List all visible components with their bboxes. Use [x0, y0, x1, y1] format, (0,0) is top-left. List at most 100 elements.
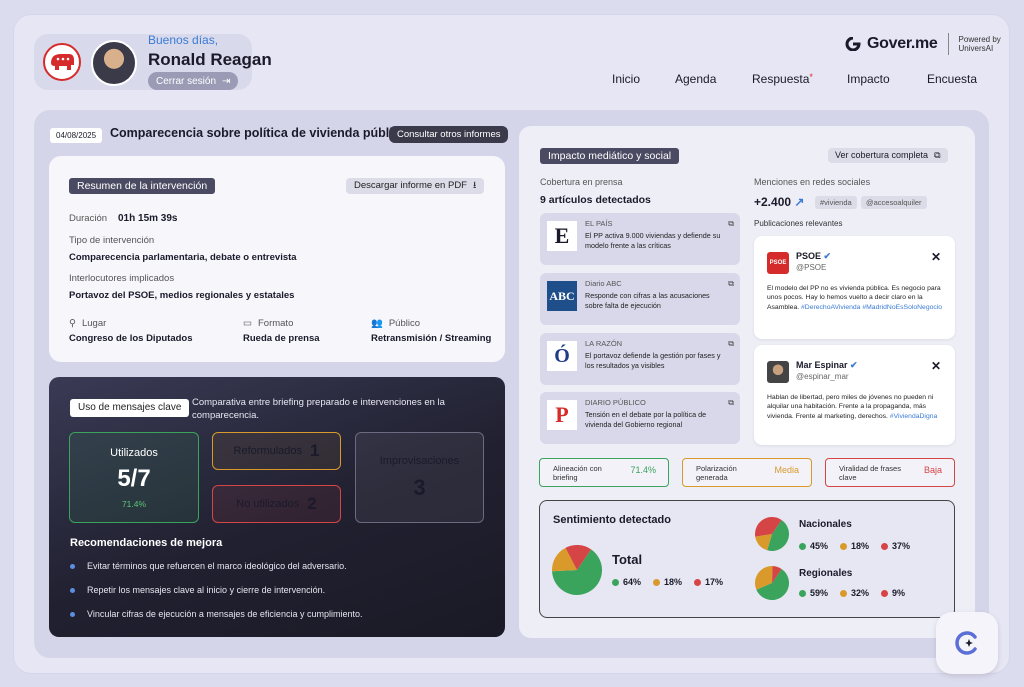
unused-value: 2 — [307, 494, 317, 513]
recommendation-item: Vincular cifras de ejecución a mensajes … — [70, 609, 362, 619]
article-headline: Responde con cifras a las acusaciones so… — [585, 291, 710, 310]
external-link-icon[interactable]: ⧉ — [728, 219, 734, 229]
used-label: Utilizados — [110, 446, 158, 459]
social-label: Menciones en redes sociales — [754, 177, 871, 187]
article-card[interactable]: ABC Diario ABC Responde con cifras a las… — [540, 273, 740, 325]
post-text: Hablan de libertad, pero miles de jóvene… — [767, 394, 938, 420]
post-text: El modelo del PP no es vivienda pública.… — [767, 285, 943, 311]
article-headline: El portavoz defiende la gestión por fase… — [585, 351, 721, 370]
social-post[interactable]: PSOE PSOE ✔ @PSOE ✕ El modelo del PP no … — [754, 236, 955, 339]
abc-logo: ABC — [547, 281, 577, 311]
greeting: Buenos días, — [148, 33, 219, 47]
recommendations-title: Recomendaciones de mejora — [70, 537, 223, 549]
social-post[interactable]: Mar Espinar ✔ @espinar_mar ✕ Hablan de l… — [754, 345, 955, 445]
nav-agenda[interactable]: Agenda — [675, 72, 716, 86]
assistant-icon — [955, 631, 977, 655]
unused-box: No utilizados 2 — [212, 485, 341, 523]
bullet-icon — [70, 563, 75, 569]
place-value: Congreso de los Diputados — [69, 333, 193, 344]
user-name: Ronald Reagan — [148, 50, 272, 69]
nav-badge: * — [809, 72, 813, 82]
key-messages-description: Comparativa entre briefing preparado e i… — [192, 397, 445, 421]
external-link-icon[interactable]: ⧉ — [728, 398, 734, 408]
regional-label: Regionales — [799, 568, 853, 579]
nav-encuesta[interactable]: Encuesta — [927, 72, 977, 86]
hashtag-chip[interactable]: @accesoalquiler — [861, 196, 927, 209]
external-link-icon: ⧉ — [934, 150, 941, 160]
location-pin-icon: ⚲ — [69, 318, 76, 329]
logout-icon: ⇥ — [222, 75, 231, 87]
used-percent: 71.4% — [121, 498, 147, 509]
national-pie-chart — [755, 517, 789, 551]
used-messages-box: Utilizados 5/7 71.4% — [69, 432, 199, 523]
party-logo — [43, 43, 81, 81]
download-pdf-button[interactable]: Descargar informe en PDF ⭳ — [346, 178, 485, 194]
improvisations-box: Improvisaciones 3 — [355, 432, 484, 523]
people-icon: 👥 — [371, 318, 383, 329]
improv-label: Improvisaciones — [379, 454, 460, 467]
external-link-icon[interactable]: ⧉ — [728, 279, 734, 289]
article-headline: El PP activa 9.000 viviendas y defiende … — [585, 231, 721, 250]
full-coverage-button[interactable]: Ver cobertura completa ⧉ — [828, 148, 948, 163]
report-date: 04/08/2025 — [50, 128, 103, 143]
nav-impacto[interactable]: Impacto — [847, 72, 890, 86]
total-label: Total — [612, 552, 643, 567]
reformulated-label: Reformulados — [233, 445, 302, 457]
audience-value: Retransmisión / Streaming — [371, 333, 492, 344]
report-title: Comparecencia sobre política de vivienda… — [110, 126, 407, 140]
assistant-button[interactable] — [936, 612, 998, 674]
duration-value: 01h 15m 39s — [118, 213, 178, 224]
recommendation-item: Evitar términos que refuercen el marco i… — [70, 561, 347, 571]
press-label: Cobertura en prensa — [540, 177, 623, 187]
mentions-count: +2.400 ↗ — [754, 195, 805, 209]
reformulated-box: Reformulados 1 — [212, 432, 341, 470]
nav-respuesta[interactable]: Respuesta* — [752, 72, 813, 86]
psoe-avatar: PSOE — [767, 252, 789, 274]
type-value: Comparecencia parlamentaria, debate o en… — [69, 252, 297, 263]
unused-label: No utilizados — [236, 498, 300, 510]
brand-name: Gover.me — [867, 35, 938, 52]
hashtag-chip[interactable]: #vivienda — [815, 196, 857, 209]
duration-label: Duración — [69, 213, 108, 224]
summary-tag: Resumen de la intervención — [69, 178, 216, 194]
trend-up-icon: ↗ — [794, 195, 805, 209]
download-icon: ⭳ — [472, 180, 477, 191]
metric-alignment: Alineación con briefing 71.4% — [539, 458, 669, 487]
regional-pie-chart — [755, 566, 789, 600]
national-legend: 45% 18% 37% — [799, 541, 910, 551]
post-author: PSOE ✔ — [796, 251, 832, 261]
format-label: ▭ Formato — [243, 318, 294, 329]
sentiment-title: Sentimiento detectado — [553, 514, 671, 526]
posts-label: Publicaciones relevantes — [754, 219, 843, 228]
media-tag: Impacto mediático y social — [540, 148, 680, 164]
brand: Gover.me Powered by UniversAI — [845, 33, 1001, 55]
articles-count: 9 artículos detectados — [540, 194, 651, 206]
elephant-icon — [51, 54, 74, 70]
external-link-icon[interactable]: ⧉ — [728, 339, 734, 349]
verified-icon: ✔ — [850, 360, 858, 370]
brand-logo-icon — [845, 37, 861, 51]
total-legend: 64% 18% 17% — [612, 577, 723, 587]
user-avatar — [91, 40, 137, 86]
article-source: EL PAÍS — [585, 219, 613, 228]
download-label: Descargar informe en PDF — [354, 180, 467, 191]
article-card[interactable]: E EL PAÍS El PP activa 9.000 viviendas y… — [540, 213, 740, 265]
article-source: DIARIO PÚBLICO — [585, 398, 646, 407]
interlocutors-value: Portavoz del PSOE, medios regionales y e… — [69, 290, 295, 301]
calendar-icon: ▭ — [243, 318, 252, 329]
other-reports-button[interactable]: Consultar otros informes — [389, 126, 509, 143]
logout-label: Cerrar sesión — [156, 75, 217, 87]
powered-by: Powered by UniversAI — [958, 35, 1001, 53]
elpais-logo: E — [547, 221, 577, 251]
article-card[interactable]: P DIARIO PÚBLICO Tensión en el debate po… — [540, 392, 740, 444]
total-pie-chart — [552, 545, 602, 595]
x-logo-icon: ✕ — [930, 250, 941, 264]
national-label: Nacionales — [799, 519, 852, 530]
logout-button[interactable]: Cerrar sesión ⇥ — [148, 72, 239, 90]
article-source: Diario ABC — [585, 279, 622, 288]
post-handle: @PSOE — [796, 263, 827, 272]
nav-inicio[interactable]: Inicio — [612, 72, 640, 86]
larazon-logo: Ó — [547, 341, 577, 371]
article-card[interactable]: Ó LA RAZÓN El portavoz defiende la gesti… — [540, 333, 740, 385]
bullet-icon — [70, 611, 75, 617]
